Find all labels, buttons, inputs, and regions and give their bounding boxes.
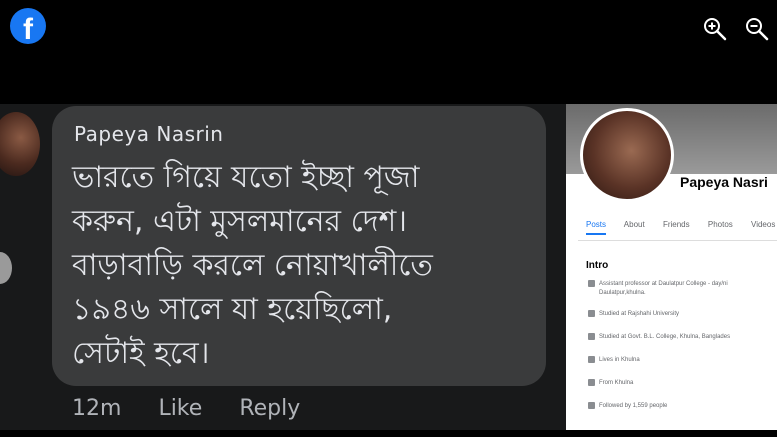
rss-icon xyxy=(588,402,595,409)
comment-line: করুন, এটা মুসলমানের দেশ। xyxy=(72,204,407,239)
comment-line: সেটাই হবে। xyxy=(72,336,210,371)
comment-text: ভারতে গিয়ে যতো ইচ্ছা পূজা করুন, এটা মুস… xyxy=(72,156,433,376)
intro-item: Daulatpur,khulna. xyxy=(599,290,646,296)
comment-line: বাড়াবাড়ি করলে নোয়াখালীতে xyxy=(72,248,433,283)
facebook-logo-icon[interactable]: f xyxy=(10,8,46,44)
zoom-out-icon[interactable] xyxy=(744,16,770,42)
profile-name: Papeya Nasri xyxy=(680,174,768,190)
intro-item: Assistant professor at Daulatpur College… xyxy=(588,280,728,287)
profile-avatar xyxy=(580,108,674,202)
intro-item: Followed by 1,559 people xyxy=(588,402,667,409)
briefcase-icon xyxy=(588,280,595,287)
bottom-strip xyxy=(0,430,777,437)
home-icon xyxy=(588,356,595,363)
graduation-cap-icon xyxy=(588,310,595,317)
tab-about: About xyxy=(623,220,645,229)
zoom-in-icon[interactable] xyxy=(702,16,728,42)
tab-videos: Videos xyxy=(751,220,776,229)
profile-card: Papeya Nasri Posts About Friends Photos … xyxy=(566,104,777,430)
intro-item: Studied at Rajshahi University xyxy=(588,310,679,317)
comment-line: ১৯৪৬ সালে যা হয়েছিলো, xyxy=(72,292,393,327)
tab-posts: Posts xyxy=(586,220,607,235)
comment-timestamp: 12m xyxy=(72,396,122,421)
comment-author: Papeya Nasrin xyxy=(74,122,224,146)
graduation-cap-icon xyxy=(588,333,595,340)
tab-friends: Friends xyxy=(662,220,690,229)
intro-item: Studied at Govt. B.L. College, Khulna, B… xyxy=(588,333,730,340)
commenter-avatar xyxy=(0,112,40,176)
viewer-toolbar: f xyxy=(0,0,777,104)
reply-link: Reply xyxy=(239,396,301,421)
profile-tabs: Posts About Friends Photos Videos xyxy=(586,220,777,235)
like-link: Like xyxy=(158,396,203,421)
intro-title: Intro xyxy=(586,260,609,271)
scroll-handle xyxy=(0,252,12,284)
intro-item: From Khulna xyxy=(588,379,633,386)
comment-actions: 12m Like Reply xyxy=(72,396,330,421)
intro-item: Lives in Khulna xyxy=(588,356,640,363)
divider xyxy=(578,240,777,241)
tab-photos: Photos xyxy=(707,220,733,229)
comment-bubble: Papeya Nasrin ভারতে গিয়ে যতো ইচ্ছা পূজা… xyxy=(52,106,546,386)
location-pin-icon xyxy=(588,379,595,386)
comment-line: ভারতে গিয়ে যতো ইচ্ছা পূজা xyxy=(72,160,420,195)
shared-screenshot-image: Papeya Nasrin ভারতে গিয়ে যতো ইচ্ছা পূজা… xyxy=(0,104,777,430)
